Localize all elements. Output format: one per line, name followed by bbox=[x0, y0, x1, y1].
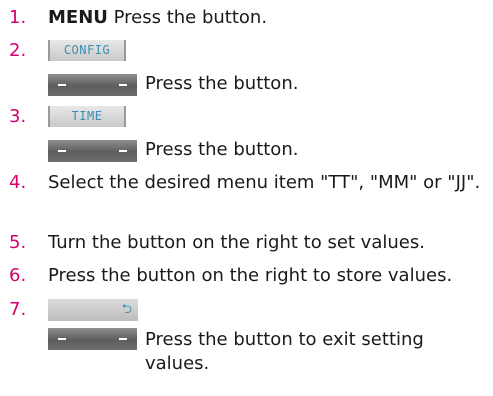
step-number: 3. bbox=[9, 106, 27, 127]
step-text: Press the button. bbox=[107, 7, 268, 28]
step-number: 7. bbox=[9, 299, 27, 320]
step-text: Press the button to exit setting values. bbox=[145, 329, 424, 374]
config-softkey-label: CONFIG bbox=[48, 40, 126, 61]
step-body: CONFIG Press the button. bbox=[48, 39, 485, 105]
softkey-button-icon bbox=[48, 74, 137, 96]
time-softkey-label: TIME bbox=[48, 106, 126, 127]
step-number: 4. bbox=[9, 172, 27, 193]
step-number: 2. bbox=[9, 40, 27, 61]
step-body: MENU Press the button. bbox=[48, 6, 485, 30]
softkey-button-icon bbox=[48, 328, 137, 350]
step-body: ⮌ Press the button to exit setting value… bbox=[48, 298, 485, 376]
step-text: Press the button. bbox=[145, 73, 299, 94]
step-number: 5. bbox=[9, 232, 27, 253]
step-text: Press the button on the right to store v… bbox=[48, 265, 453, 286]
step-number: 6. bbox=[9, 265, 27, 286]
softkey-button-icon bbox=[48, 140, 137, 162]
step-number: 1. bbox=[9, 7, 27, 28]
step-text: Select the desired menu item "TT", "MM" … bbox=[48, 172, 481, 193]
back-arrow-icon: ⮌ bbox=[121, 302, 132, 317]
back-softkey-label: ⮌ bbox=[48, 299, 138, 321]
menu-key-label: MENU bbox=[48, 7, 108, 28]
step-body: TIME Press the button. bbox=[48, 105, 485, 171]
step-text: Press the button. bbox=[145, 139, 299, 160]
step-text: Turn the button on the right to set valu… bbox=[48, 232, 425, 253]
